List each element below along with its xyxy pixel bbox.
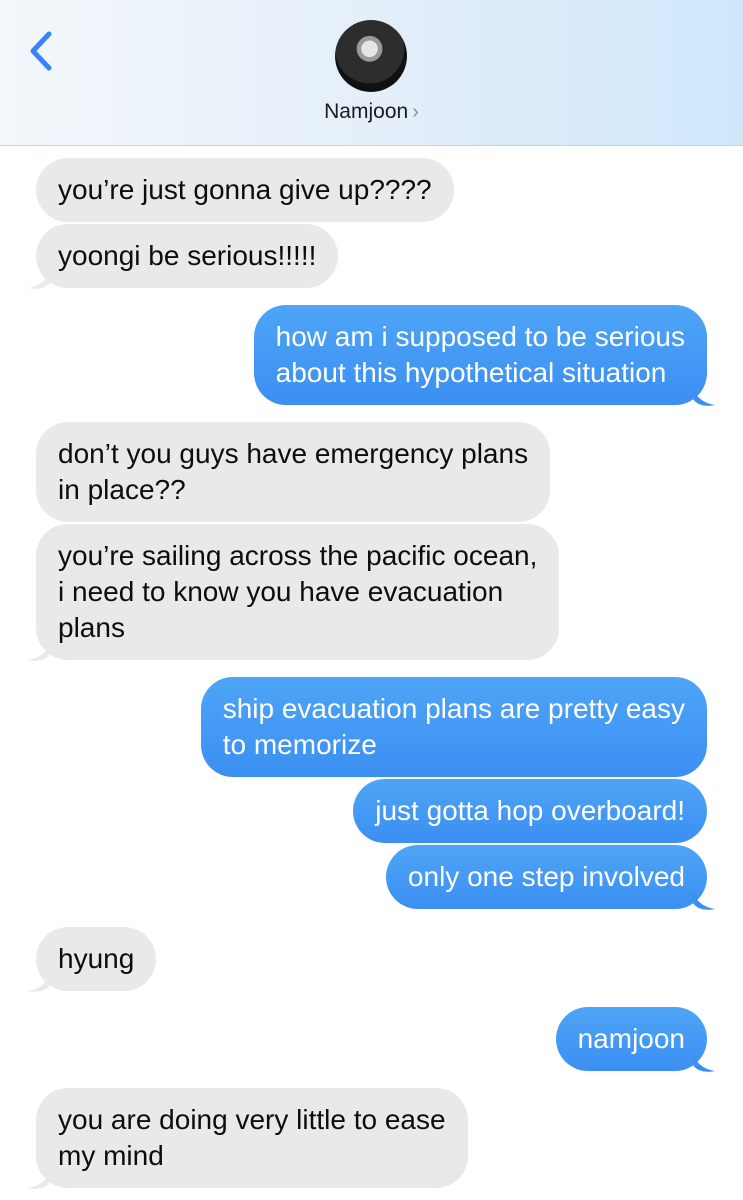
message-line: plans: [58, 612, 125, 643]
message-line: to memorize: [222, 729, 377, 760]
message-line: my mind: [58, 1140, 164, 1171]
message-bubble-outgoing[interactable]: how am i supposed to be serious about th…: [253, 305, 707, 405]
message-bubble-incoming[interactable]: you’re sailing across the pacific ocean,…: [36, 524, 560, 660]
message-line: you’re sailing across the pacific ocean,: [58, 540, 538, 571]
message-bubble-incoming[interactable]: yoongi be serious!!!!!: [36, 224, 339, 288]
message-line: yoongi be serious!!!!!: [58, 240, 317, 271]
message-line: about this hypothetical situation: [275, 357, 667, 388]
message-bubble-incoming[interactable]: you are doing very little to ease my min…: [36, 1088, 468, 1188]
chevron-left-icon: [30, 31, 52, 71]
message-bubble-outgoing[interactable]: namjoon: [555, 1007, 707, 1071]
bubble-tail: [28, 971, 50, 992]
message-line: only one step involved: [407, 861, 685, 892]
bubble-tail: [28, 640, 50, 661]
chevron-right-icon: ›: [412, 101, 419, 123]
bubble-tail: [28, 268, 50, 289]
message-bubble-outgoing[interactable]: ship evacuation plans are pretty easy to…: [200, 677, 707, 777]
message-bubble-outgoing[interactable]: only one step involved: [385, 845, 707, 909]
bubble-tail: [693, 889, 715, 910]
conversation-header: Namjoon ›: [0, 0, 743, 146]
message-bubble-incoming[interactable]: don’t you guys have emergency plans in p…: [36, 422, 551, 522]
message-bubble-incoming[interactable]: hyung: [36, 927, 157, 991]
message-bubble-incoming[interactable]: you’re just gonna give up????: [36, 158, 454, 222]
contact-name: Namjoon: [324, 100, 409, 123]
message-line: you are doing very little to ease: [58, 1104, 446, 1135]
message-line: just gotta hop overboard!: [375, 795, 685, 826]
message-line: namjoon: [577, 1023, 685, 1054]
bubble-tail: [28, 1168, 50, 1189]
message-line: i need to know you have evacuation: [58, 576, 504, 607]
message-line: don’t you guys have emergency plans: [58, 438, 529, 469]
message-line: hyung: [58, 943, 135, 974]
contact-name-button[interactable]: Namjoon ›: [0, 100, 743, 124]
message-bubble-outgoing[interactable]: just gotta hop overboard!: [353, 779, 707, 843]
message-line: you’re just gonna give up????: [58, 174, 432, 205]
back-button[interactable]: [22, 26, 62, 76]
bubble-tail: [693, 1051, 715, 1072]
message-line: in place??: [58, 474, 186, 505]
bubble-tail: [693, 385, 715, 406]
contact-avatar[interactable]: [335, 20, 407, 92]
message-line: ship evacuation plans are pretty easy: [222, 693, 685, 724]
message-line: how am i supposed to be serious: [275, 321, 685, 352]
